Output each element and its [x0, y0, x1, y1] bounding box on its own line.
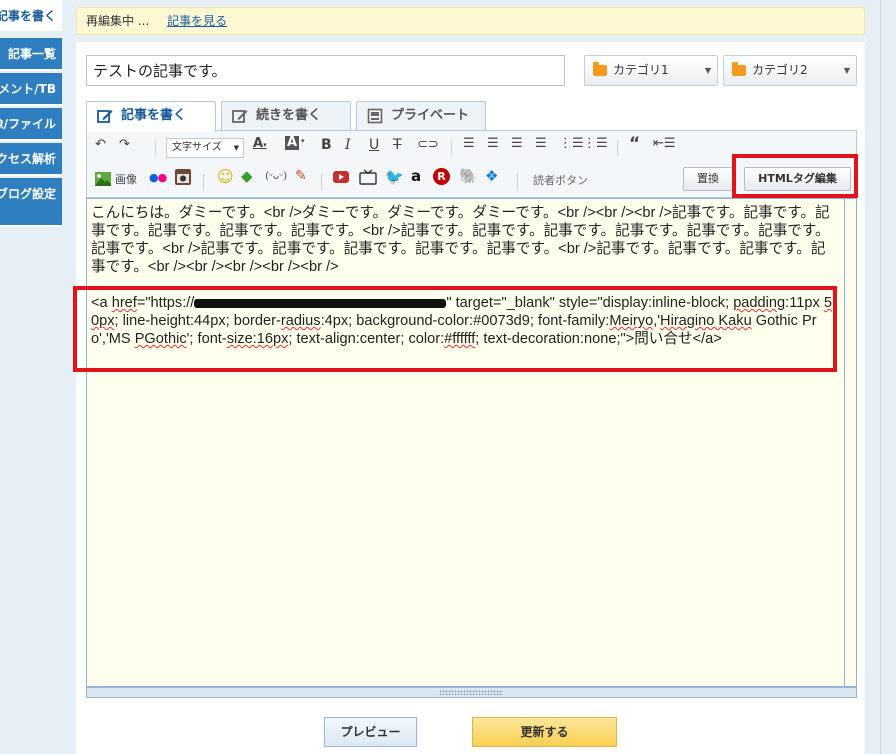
- notice-bar: 再編集中 ... 記事を見る: [76, 7, 865, 35]
- editor-resize-handle[interactable]: [86, 687, 857, 698]
- tab-label: 記事を書く: [121, 108, 187, 123]
- preview-button[interactable]: プレビュー: [324, 717, 417, 747]
- flickr-icon[interactable]: ●●: [149, 171, 167, 184]
- sidebar-item-label: ブログ設定: [0, 187, 56, 201]
- niconico-icon[interactable]: [359, 169, 377, 189]
- chevron-down-icon[interactable]: ▾: [301, 137, 305, 145]
- edit-status: 再編集中 ...: [86, 14, 150, 28]
- folder-icon: [593, 62, 607, 76]
- image-label[interactable]: 画像: [115, 171, 137, 187]
- instagram-icon[interactable]: [175, 169, 191, 189]
- category2-select[interactable]: カテゴリ2 ▼: [723, 55, 857, 86]
- chevron-down-icon: ▼: [843, 66, 850, 75]
- sidebar-item-files[interactable]: 画像/ファイル: [0, 108, 62, 141]
- editor-scrollbar[interactable]: [845, 198, 857, 687]
- rakuten-icon[interactable]: R: [433, 168, 450, 185]
- sidebar-item-label: コメント/TB: [0, 82, 56, 96]
- sidebar-item-write[interactable]: 記事を書く: [0, 0, 62, 33]
- title-input[interactable]: [86, 55, 565, 86]
- category1-label: カテゴリ1: [613, 63, 669, 77]
- highlight-box-code: [73, 286, 837, 372]
- text-color-icon[interactable]: A▾: [253, 136, 267, 151]
- strikethrough-icon[interactable]: T: [393, 137, 402, 153]
- chevron-down-icon: ▼: [704, 66, 711, 75]
- sidebar-item-settings[interactable]: ブログ設定: [0, 178, 62, 227]
- update-button[interactable]: 更新する: [472, 717, 617, 747]
- font-size-select[interactable]: 文字サイズ ▼: [166, 138, 244, 158]
- view-article-link[interactable]: 記事を見る: [167, 14, 227, 28]
- numbered-list-icon[interactable]: ⋮☰: [583, 136, 608, 151]
- emoji-icon[interactable]: ☺: [217, 167, 234, 186]
- tab-continue-article[interactable]: 続きを書く: [221, 101, 351, 131]
- highlight-box-html-button: [732, 154, 858, 198]
- reader-button[interactable]: 読者ボタン: [533, 172, 588, 188]
- toolbar-divider: [451, 140, 452, 156]
- edit-icon: [97, 110, 113, 123]
- grip-icon: [439, 690, 503, 695]
- tab-label: プライベート: [391, 108, 470, 123]
- toolbar-divider: [203, 174, 204, 190]
- toolbar-divider: [517, 174, 518, 190]
- background-color-icon[interactable]: A: [285, 136, 300, 150]
- redo-icon[interactable]: ↷: [119, 137, 130, 152]
- tab-label: 続きを書く: [256, 108, 322, 123]
- gutter-divider: [880, 0, 881, 754]
- edit-icon: [232, 110, 248, 123]
- tab-write-article[interactable]: 記事を書く: [86, 101, 216, 132]
- bullet-list-icon[interactable]: ⋮☰: [559, 136, 584, 151]
- left-sidebar: 記事を書く 記事一覧 コメント/TB 画像/ファイル アクセス解析 ブログ設定: [0, 0, 62, 230]
- sidebar-item-list[interactable]: 記事一覧: [0, 38, 62, 71]
- dropbox-icon[interactable]: ❖: [485, 167, 498, 185]
- sidebar-item-comments[interactable]: コメント/TB: [0, 73, 62, 106]
- editor-paragraph: こんにちは。ダミーです。<br />ダミーです。ダミーです。ダミーです。<br …: [91, 205, 830, 275]
- toolbar-divider: [321, 174, 322, 190]
- italic-icon[interactable]: I: [345, 137, 351, 153]
- chevron-down-icon: ▼: [233, 144, 239, 152]
- folder-icon: [732, 62, 746, 76]
- twitter-icon[interactable]: 🐦: [385, 168, 404, 186]
- sidebar-item-label: 記事一覧: [7, 47, 56, 61]
- sidebar-item-analytics[interactable]: アクセス解析: [0, 143, 62, 176]
- evernote-icon[interactable]: 🐘: [459, 167, 478, 185]
- replace-button[interactable]: 置換: [683, 167, 733, 191]
- sidebar-item-label: アクセス解析: [0, 152, 56, 166]
- link-icon[interactable]: ⊂⊃: [417, 137, 439, 152]
- sidebar-item-label: 記事を書く: [0, 9, 56, 23]
- stamp-icon[interactable]: ◆: [241, 167, 253, 185]
- toolbar-divider: [155, 140, 156, 156]
- private-note-icon: [367, 108, 383, 124]
- youtube-icon[interactable]: [333, 169, 349, 189]
- article-body-editor[interactable]: こんにちは。ダミーです。<br />ダミーです。ダミーです。ダミーです。<br …: [86, 198, 845, 687]
- align-right-icon[interactable]: ☰: [511, 136, 523, 151]
- indent-icon[interactable]: ⇤☰: [653, 136, 676, 151]
- amazon-icon[interactable]: a: [411, 167, 421, 185]
- toolbar-divider: [617, 140, 618, 156]
- category2-label: カテゴリ2: [752, 63, 808, 77]
- underline-icon[interactable]: U: [369, 137, 379, 153]
- kaomoji-icon[interactable]: (ᵕᴗᵕ): [265, 171, 287, 182]
- editor-panel: カテゴリ1 ▼ カテゴリ2 ▼ 記事を書く 続きを書く プライベート ↶ ↷: [76, 42, 865, 754]
- align-justify-icon[interactable]: ☰: [535, 136, 547, 151]
- font-size-label: 文字サイズ: [172, 142, 222, 153]
- right-gutter: [866, 0, 896, 754]
- image-icon[interactable]: [95, 171, 111, 186]
- tab-private[interactable]: プライベート: [356, 101, 486, 131]
- align-center-icon[interactable]: ☰: [487, 136, 499, 151]
- sidebar-item-label: 画像/ファイル: [0, 117, 56, 131]
- quote-icon[interactable]: “: [629, 134, 640, 154]
- undo-icon[interactable]: ↶: [95, 137, 106, 152]
- align-left-icon[interactable]: ☰: [463, 136, 475, 151]
- bold-icon[interactable]: B: [321, 137, 332, 153]
- category1-select[interactable]: カテゴリ1 ▼: [584, 55, 718, 86]
- decoration-icon[interactable]: ✎: [295, 168, 307, 184]
